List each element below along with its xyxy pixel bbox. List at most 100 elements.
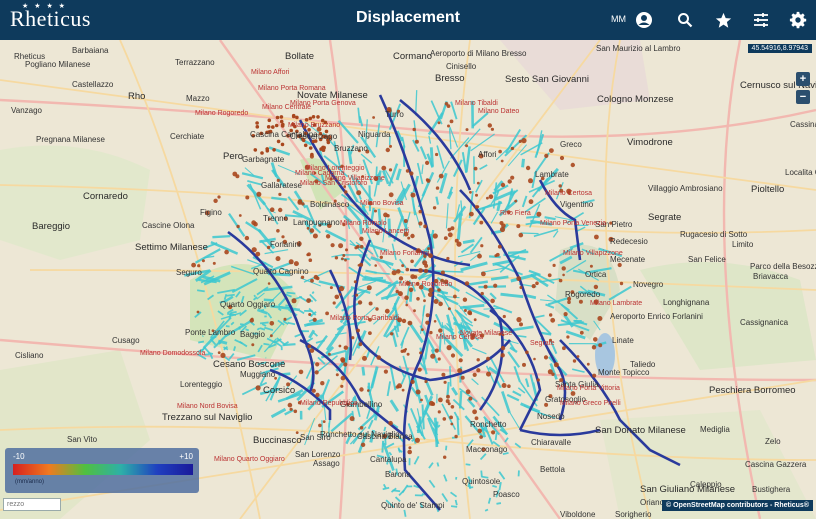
- displacement-point: [498, 149, 502, 154]
- place-label: Sesto San Giovanni: [505, 74, 589, 85]
- displacement-point: [510, 146, 515, 151]
- zoom-out-button[interactable]: −: [796, 90, 810, 104]
- displacement-point: [381, 165, 387, 171]
- displacement-point: [298, 369, 304, 375]
- displacement-point: [278, 207, 283, 213]
- displacement-point: [479, 435, 483, 439]
- settings-icon[interactable]: [787, 9, 809, 31]
- displacement-point: [405, 267, 410, 272]
- place-label: Bustighera: [752, 485, 791, 494]
- measurement-segment: [196, 289, 205, 293]
- measurement-segment: [403, 509, 407, 517]
- place-label: Settimo Milanese: [135, 242, 208, 253]
- displacement-point: [279, 119, 284, 124]
- displacement-point: [462, 297, 468, 302]
- place-label: Boldinasco: [310, 200, 350, 209]
- place-label: Milano Porta Garibaldi: [330, 315, 400, 322]
- measurement-segment: [450, 505, 458, 508]
- account-icon[interactable]: [633, 9, 655, 31]
- displacement-point: [362, 355, 367, 361]
- displacement-point: [289, 407, 293, 411]
- displacement-point: [592, 373, 597, 378]
- displacement-point: [463, 309, 467, 312]
- displacement-point: [293, 261, 299, 267]
- displacement-point: [201, 259, 205, 263]
- star-icon[interactable]: [712, 9, 734, 31]
- measurement-segment: [253, 294, 257, 298]
- displacement-point: [543, 355, 549, 360]
- place-label: Lorenteggio: [180, 380, 223, 389]
- displacement-point: [295, 431, 299, 434]
- displacement-point: [419, 351, 423, 355]
- displacement-point: [415, 389, 421, 395]
- displacement-point: [401, 264, 405, 268]
- place-label: Cinisello: [446, 62, 477, 71]
- place-label: Milano Porta Venezia: [540, 220, 607, 227]
- displacement-point: [435, 186, 440, 190]
- displacement-point: [490, 127, 494, 131]
- displacement-point: [269, 207, 275, 212]
- displacement-point: [528, 178, 533, 184]
- displacement-point: [265, 149, 270, 153]
- displacement-point: [217, 351, 221, 354]
- displacement-point: [473, 318, 477, 322]
- displacement-point: [561, 266, 566, 271]
- place-label: Baggio: [240, 330, 265, 339]
- displacement-point: [414, 139, 419, 144]
- displacement-point: [356, 328, 360, 333]
- displacement-point: [251, 220, 257, 226]
- displacement-point: [367, 389, 370, 392]
- displacement-point: [486, 371, 491, 377]
- place-label: Ronchetto sul Naviglio: [320, 430, 400, 439]
- place-label: Milano Bruzzano: [288, 122, 341, 129]
- displacement-point: [332, 301, 336, 305]
- displacement-point: [330, 243, 335, 248]
- displacement-point: [374, 264, 378, 267]
- displacement-point: [449, 119, 454, 124]
- top-bar: ★ ★ ★ ★ Rheticus Displacement MM: [0, 0, 816, 40]
- measurement-segment: [421, 493, 425, 496]
- measurement-segment: [263, 342, 270, 346]
- displacement-point: [388, 192, 394, 198]
- displacement-point: [431, 402, 436, 406]
- displacement-point: [355, 293, 359, 297]
- displacement-point: [416, 297, 420, 301]
- displacement-point: [576, 355, 580, 358]
- place-label: Garbagnate: [242, 155, 285, 164]
- location-search-input[interactable]: rezzo: [3, 498, 61, 511]
- displacement-point: [313, 274, 319, 280]
- displacement-point: [345, 248, 348, 252]
- displacement-point: [558, 278, 563, 283]
- measurement-segment: [259, 321, 269, 325]
- place-label: Milano Rogoredo: [195, 110, 249, 117]
- place-label: Milano Forlanini: [380, 250, 430, 257]
- place-label: Rho: [128, 91, 146, 102]
- measurement-segment: [458, 390, 463, 409]
- displacement-point: [303, 143, 308, 148]
- displacement-point: [518, 139, 522, 143]
- displacement-point: [440, 270, 445, 275]
- user-initials[interactable]: MM: [611, 14, 626, 24]
- place-label: Milano Romolo: [340, 220, 387, 227]
- place-label: Novegro: [633, 280, 664, 289]
- search-icon[interactable]: [674, 9, 696, 31]
- displacement-point: [343, 345, 348, 350]
- displacement-point: [251, 247, 257, 253]
- displacement-point: [389, 144, 392, 148]
- displacement-point: [468, 311, 473, 316]
- place-label: Milano Porta Vittoria: [557, 385, 620, 392]
- displacement-point: [457, 368, 463, 374]
- place-label: Bresso: [435, 73, 465, 84]
- displacement-point: [309, 228, 315, 233]
- displacement-point: [442, 417, 447, 421]
- place-label: San Maurizio al Lambro: [596, 44, 681, 53]
- displacement-point: [232, 171, 238, 177]
- displacement-point: [563, 312, 568, 317]
- displacement-point: [547, 273, 552, 278]
- place-label: Poasco: [493, 490, 520, 499]
- map-attribution[interactable]: © OpenStreetMap contributors - Rheticus®: [662, 500, 813, 511]
- filter-icon[interactable]: [750, 9, 772, 31]
- zoom-in-button[interactable]: +: [796, 72, 810, 86]
- displacement-point: [430, 353, 436, 359]
- displacement-point: [297, 199, 303, 204]
